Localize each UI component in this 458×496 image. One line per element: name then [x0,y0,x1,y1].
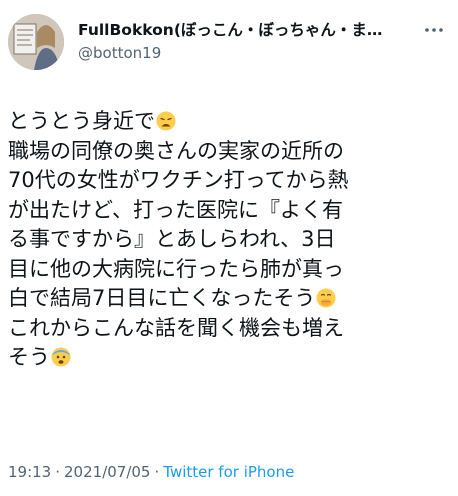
tweet-time[interactable]: 19:13 [8,463,51,481]
tweet-line-7: 白で結局7日目に亡くなったそう [8,284,448,314]
author-handle[interactable]: @botton19 [78,42,418,64]
profile-photo-icon [8,14,64,70]
author-display-name[interactable]: FullBokkon(ぼっこん・ぼっちゃん・ま… [78,20,418,40]
tweet-meta: 19:13 · 2021/07/05 · Twitter for iPhone [8,462,294,482]
meta-separator: · [55,463,61,481]
face-with-hand-over-mouth-emoji-icon [316,287,336,308]
tweet-line-1: とうとう身近で [8,107,448,137]
tweet-line-7-text: 白で結局7日目に亡くなったそう [8,286,316,310]
tweet-line-9: そう [8,343,448,373]
tweet-text: とうとう身近で 職場の同僚の奥さんの実家の近所の 70代の女性がワクチン打ってか… [8,107,448,373]
tweet-line-4: が出たけど、打った医院に『よく有 [8,197,343,222]
tweet-line-5: る事ですから』とあしらわれ、3日 [8,227,336,251]
meta-separator-2: · [154,463,160,481]
tweet-card: FullBokkon(ぼっこん・ぼっちゃん・ま… @botton19 とうとう身… [0,0,458,496]
weary-face-emoji-icon [156,110,176,131]
tweet-line-8: これからこんな話を聞く機会も増え [8,315,344,340]
avatar[interactable] [8,14,64,70]
tweet-date[interactable]: 2021/07/05 [64,463,150,481]
more-dots-icon[interactable] [422,20,446,40]
fearful-face-emoji-icon [51,346,71,367]
tweet-line-2: 職場の同僚の奥さんの実家の近所の [8,138,344,163]
tweet-header: FullBokkon(ぼっこん・ぼっちゃん・ま… @botton19 [8,14,450,70]
author-names: FullBokkon(ぼっこん・ぼっちゃん・ま… @botton19 [78,20,418,64]
tweet-line-3: 70代の女性がワクチン打ってから熱 [8,168,349,192]
tweet-source-link[interactable]: Twitter for iPhone [163,463,294,481]
tweet-line-6: 目に他の大病院に行ったら肺が真っ [8,256,344,281]
tweet-line-9-text: そう [8,345,50,369]
tweet-line-1-text: とうとう身近で [8,109,155,133]
